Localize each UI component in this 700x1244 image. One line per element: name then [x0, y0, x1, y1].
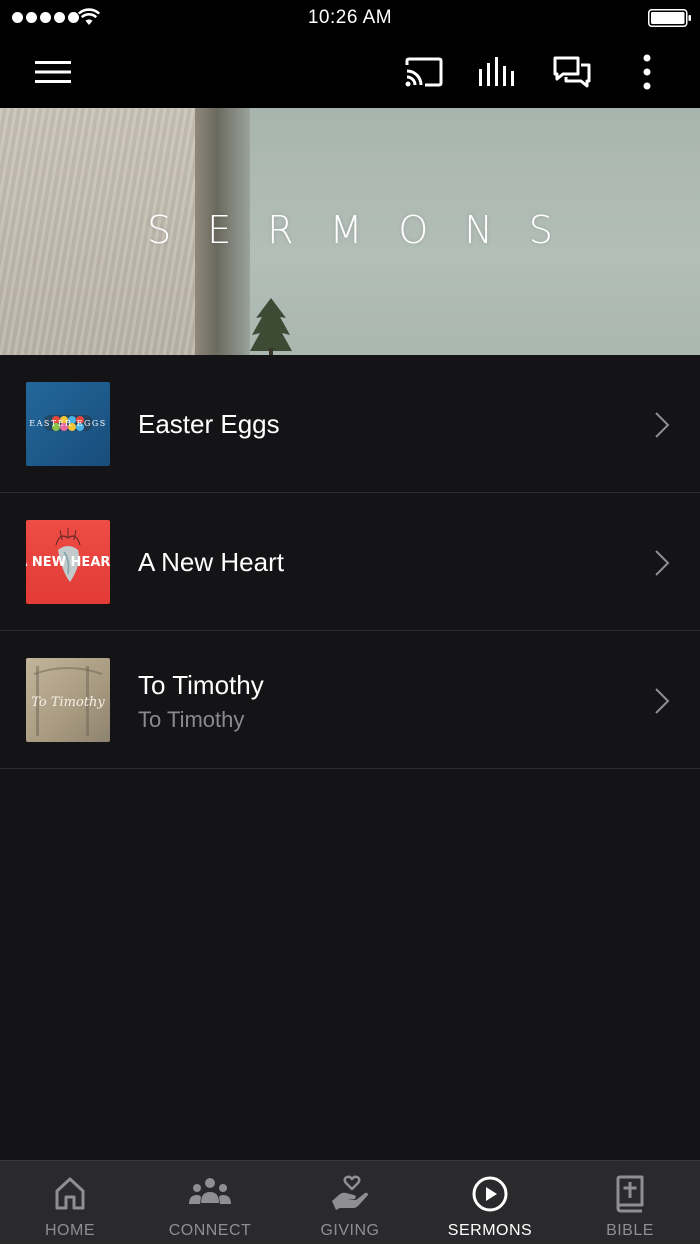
thumbnail-text: To Timothy [31, 695, 105, 710]
top-navigation-bar [0, 36, 700, 108]
series-title: To Timothy [138, 670, 264, 700]
chat-icon [553, 56, 591, 88]
cast-icon [405, 57, 443, 87]
tab-giving[interactable]: GIVING [280, 1161, 420, 1244]
chevron-right-icon [655, 412, 670, 438]
bottom-tab-bar: HOME CONNECT GIVING SERMONS BIBLE [0, 1160, 700, 1244]
chevron-right-icon [655, 688, 670, 714]
more-options-button[interactable] [625, 50, 669, 94]
menu-button[interactable] [31, 50, 75, 94]
tab-bible[interactable]: BIBLE [560, 1161, 700, 1244]
sermon-series-item[interactable]: EASTER EGGS Easter Eggs [0, 355, 700, 493]
chat-button[interactable] [550, 50, 594, 94]
bible-icon [616, 1175, 644, 1213]
sermons-hero-banner: SERMONS [0, 108, 700, 355]
tab-home[interactable]: HOME [0, 1161, 140, 1244]
equalizer-icon [479, 57, 514, 86]
status-bar: 10:26 AM [0, 0, 700, 36]
giving-hand-icon [332, 1175, 368, 1210]
series-thumbnail: A NEW HEART [26, 520, 110, 604]
cast-button[interactable] [401, 50, 445, 94]
tab-label: BIBLE [606, 1222, 654, 1239]
chevron-right-icon [655, 550, 670, 576]
menu-icon [35, 61, 71, 83]
tab-label: SERMONS [447, 1222, 533, 1239]
home-icon [55, 1177, 85, 1210]
tab-label: HOME [45, 1222, 95, 1239]
sermon-series-list: EASTER EGGS Easter Eggs A NEW HEART A Ne… [0, 355, 700, 769]
sermon-series-item[interactable]: To Timothy To Timothy To Timothy [0, 631, 700, 769]
play-circle-icon [472, 1176, 508, 1212]
battery-icon [648, 9, 691, 27]
people-icon [189, 1178, 231, 1204]
series-thumbnail: EASTER EGGS [26, 382, 110, 466]
hero-title: SERMONS [147, 208, 589, 252]
tab-sermons[interactable]: SERMONS [420, 1161, 560, 1244]
thumbnail-text: EASTER EGGS [29, 419, 106, 428]
more-vertical-icon [643, 54, 651, 90]
status-time: 10:26 AM [307, 7, 393, 28]
thumbnail-text: A NEW HEART [26, 555, 110, 570]
series-title: A New Heart [138, 547, 284, 577]
tree-illustration [250, 298, 292, 355]
tab-label: GIVING [320, 1222, 380, 1239]
sermon-series-item[interactable]: A NEW HEART A New Heart [0, 493, 700, 631]
tab-connect[interactable]: CONNECT [140, 1161, 280, 1244]
series-thumbnail: To Timothy [26, 658, 110, 742]
audio-button[interactable] [476, 50, 520, 94]
tab-label: CONNECT [168, 1222, 252, 1239]
series-subtitle: To Timothy [138, 707, 245, 732]
series-title: Easter Eggs [138, 409, 280, 439]
